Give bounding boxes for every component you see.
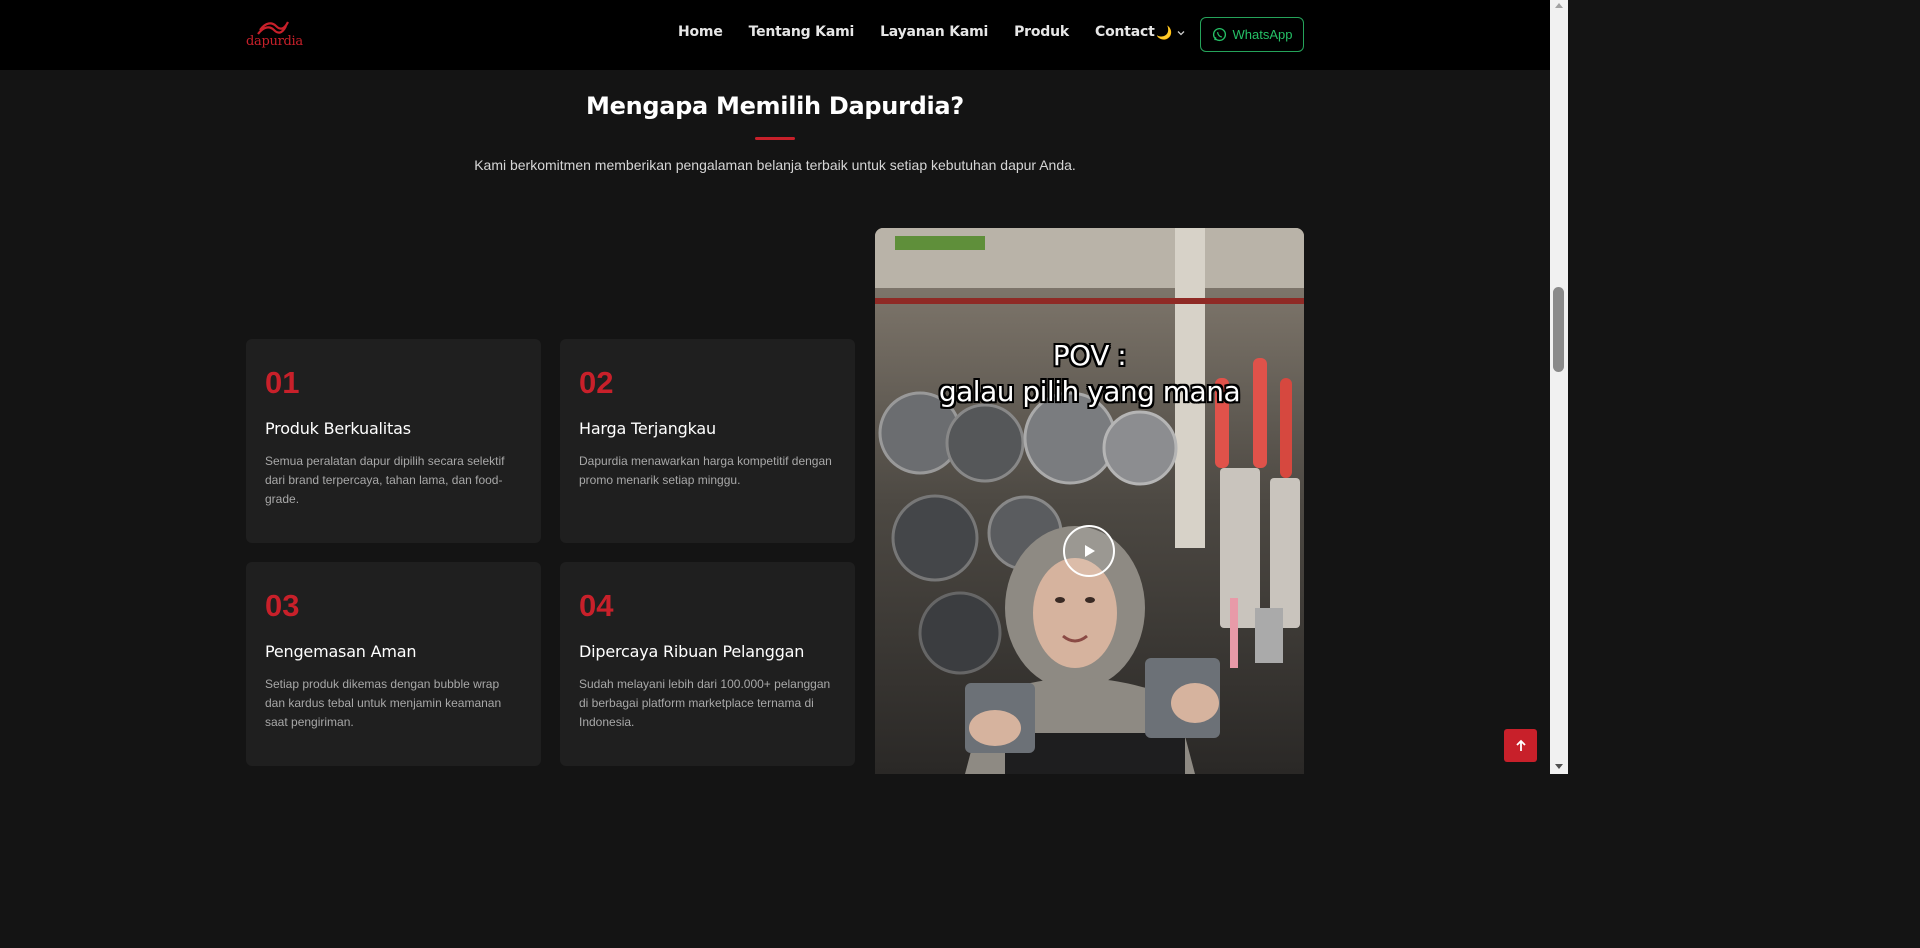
video-player[interactable]: POV : galau pilih yang mana <box>875 228 1304 774</box>
feature-description: Semua peralatan dapur dipilih secara sel… <box>265 454 505 506</box>
feature-title: Dipercaya Ribuan Pelanggan <box>579 642 805 661</box>
scroll-down-arrow[interactable] <box>1555 764 1563 769</box>
section-subtitle: Kami berkomitmen memberikan pengalaman b… <box>474 157 1076 173</box>
back-to-top-button[interactable] <box>1504 729 1537 762</box>
scroll-thumb[interactable] <box>1553 287 1564 372</box>
feature-title: Produk Berkualitas <box>265 419 411 438</box>
scroll-up-arrow[interactable] <box>1555 3 1563 8</box>
feature-card: 03 Pengemasan Aman Setiap produk dikemas… <box>246 562 541 766</box>
video-caption-line: galau pilih yang mana <box>938 375 1241 408</box>
arrow-up-icon <box>1515 739 1526 751</box>
feature-number: 03 <box>265 588 300 623</box>
logo-text: dapurdia <box>246 34 303 49</box>
nav-item-home[interactable]: Home <box>678 24 723 40</box>
feature-number: 01 <box>265 365 300 400</box>
whatsapp-label: WhatsApp <box>1232 27 1293 42</box>
feature-card: 01 Produk Berkualitas Semua peralatan da… <box>246 339 541 543</box>
video-caption-line: POV : <box>1052 339 1127 372</box>
video-caption: POV : galau pilih yang mana <box>875 338 1304 410</box>
feature-number: 02 <box>579 365 614 400</box>
whatsapp-button[interactable]: WhatsApp <box>1200 17 1304 52</box>
nav-item-contact[interactable]: Contact <box>1095 24 1155 40</box>
nav-item-produk[interactable]: Produk <box>1014 24 1069 40</box>
play-icon <box>1085 545 1095 557</box>
nav-item-tentang-kami[interactable]: Tentang Kami <box>749 24 855 40</box>
page-scrollbar[interactable] <box>1550 0 1568 774</box>
chevron-down-icon <box>1177 31 1185 36</box>
main-nav: Home Tentang Kami Layanan Kami Produk Co… <box>678 24 1155 40</box>
section-title: Mengapa Memilih Dapurdia? <box>586 92 964 120</box>
navbar: dapurdia Home Tentang Kami Layanan Kami … <box>0 0 1550 70</box>
feature-card: 04 Dipercaya Ribuan Pelanggan Sudah mela… <box>560 562 855 766</box>
logo[interactable]: dapurdia <box>246 18 306 52</box>
play-button[interactable] <box>1063 525 1115 577</box>
feature-title: Harga Terjangkau <box>579 419 716 438</box>
whatsapp-icon <box>1212 27 1226 42</box>
feature-description: Setiap produk dikemas dengan bubble wrap… <box>265 677 502 729</box>
feature-card: 02 Harga Terjangkau Dapurdia menawarkan … <box>560 339 855 543</box>
moon-icon: 🌙 <box>1156 25 1173 40</box>
feature-description: Sudah melayani lebih dari 100.000+ pelan… <box>579 677 831 729</box>
feature-description: Dapurdia menawarkan harga kompetitif den… <box>579 454 832 487</box>
feature-title: Pengemasan Aman <box>265 642 417 661</box>
title-underline <box>755 137 795 140</box>
nav-item-layanan-kami[interactable]: Layanan Kami <box>880 24 988 40</box>
feature-number: 04 <box>579 588 614 623</box>
theme-toggle[interactable]: 🌙 <box>1156 25 1186 41</box>
video-thumbnail <box>875 228 1304 774</box>
